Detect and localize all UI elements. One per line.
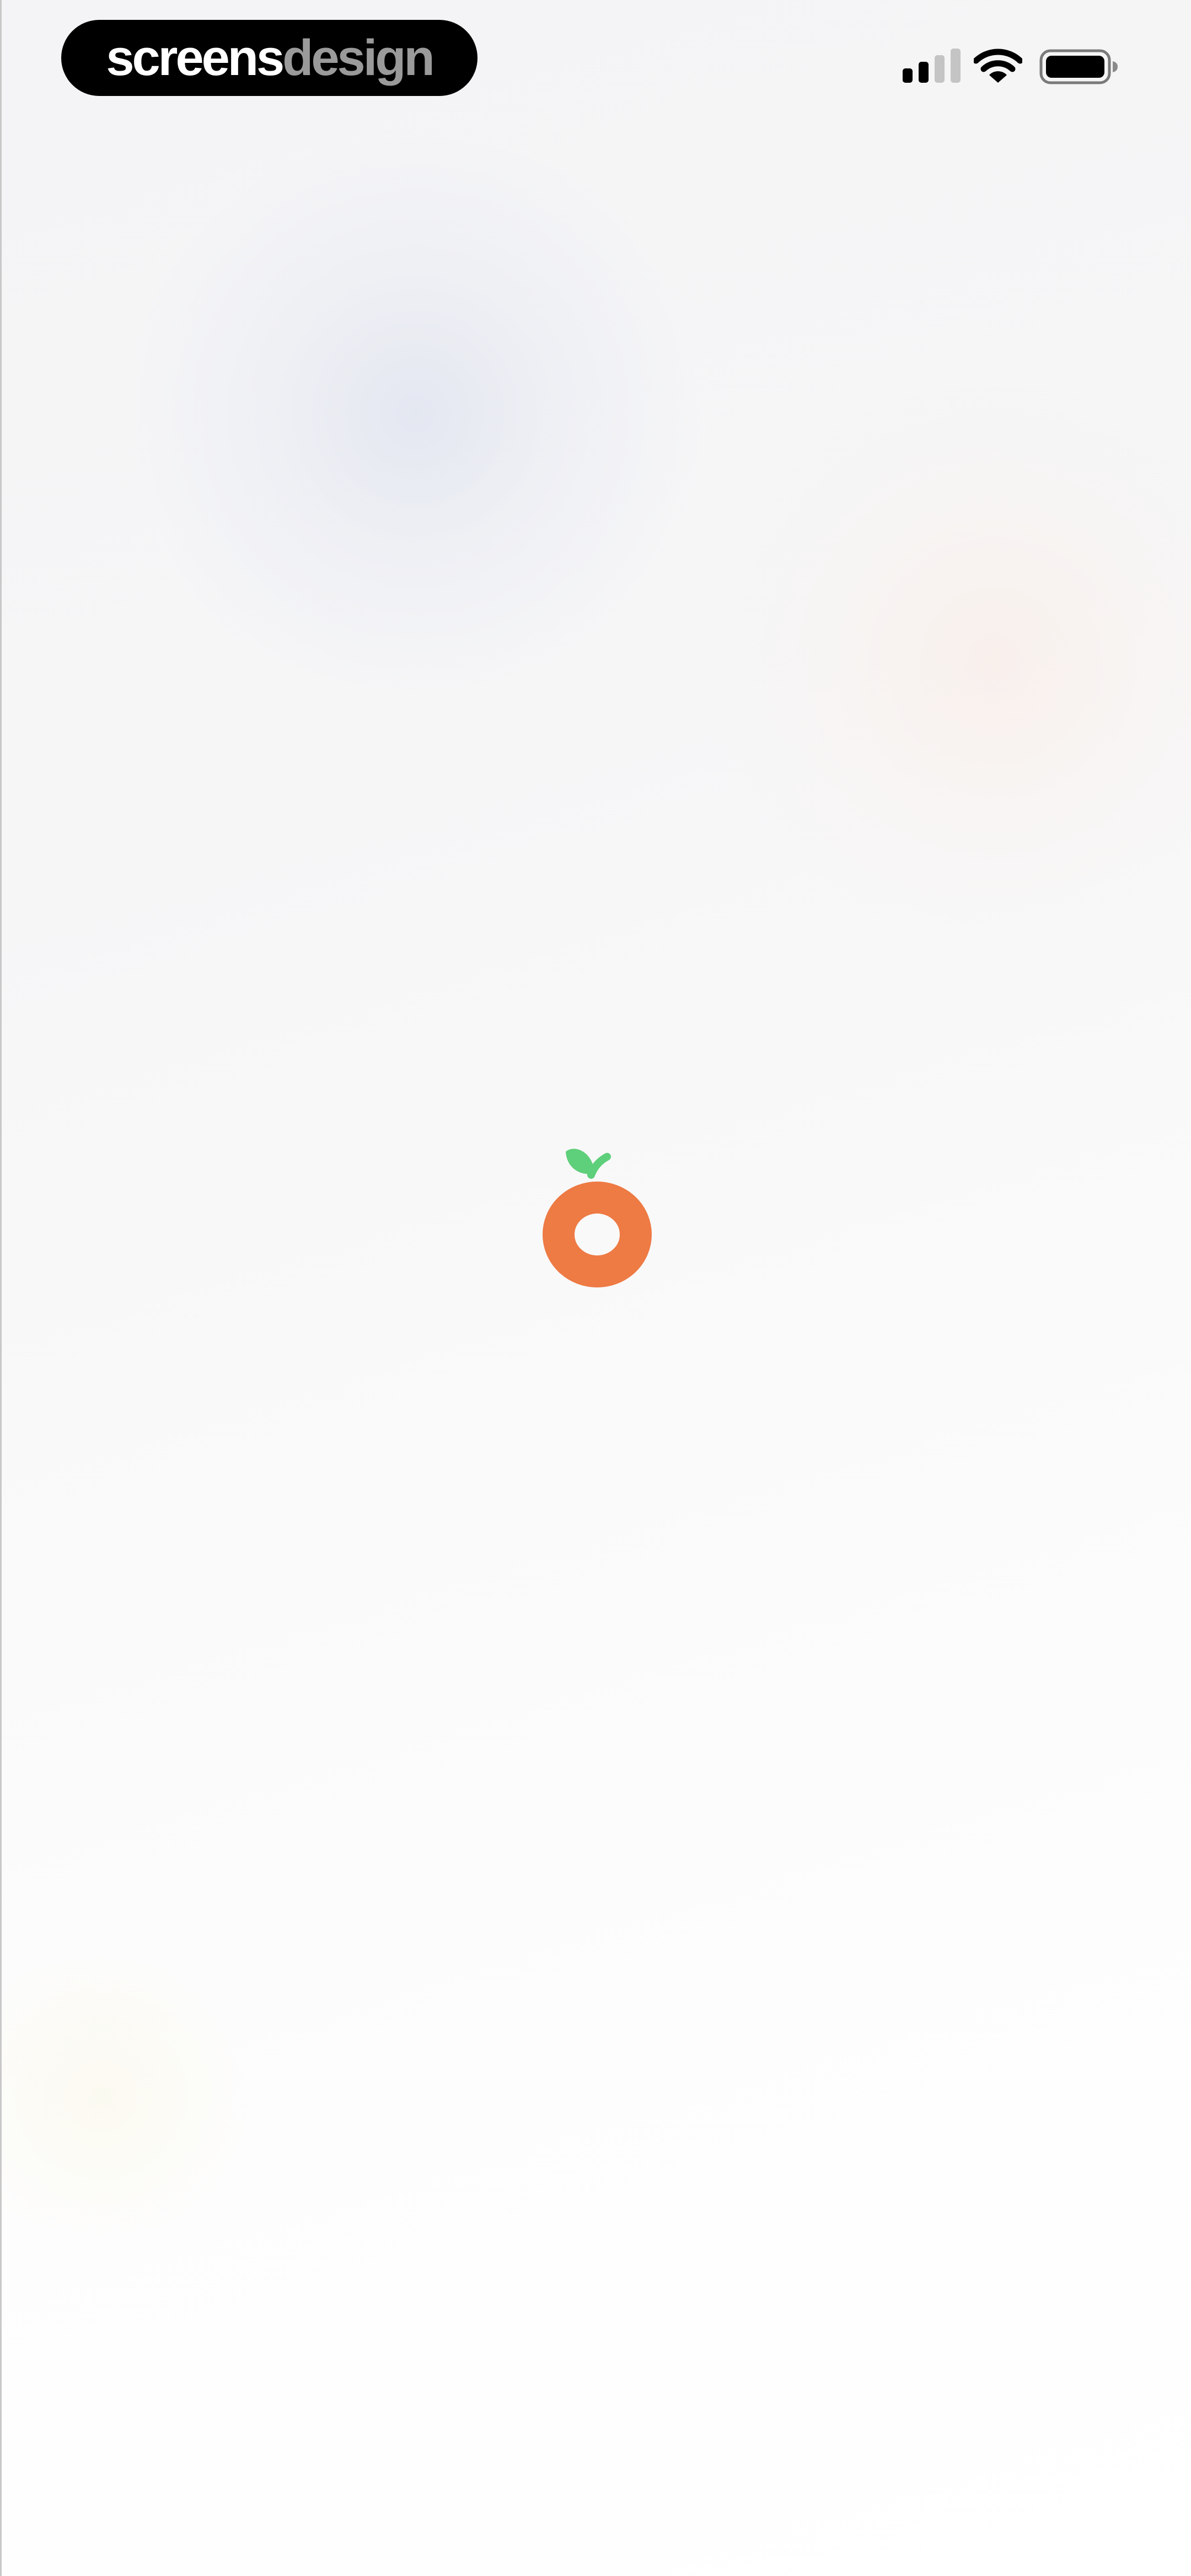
watermark-text-screens: screens [106,30,285,86]
cellular-signal-icon [903,49,961,83]
background-glow-yellow [2,1958,266,2234]
splash-screen: screens design [0,0,1191,2576]
battery-icon [1039,49,1118,84]
orange-fruit-logo-icon [543,1148,652,1287]
background-glow-blue [112,138,718,690]
background-glow-peach [691,386,1191,938]
watermark-text-design: design [282,30,434,86]
status-bar [900,44,1121,91]
screensdesign-watermark: screens design [61,20,478,96]
wifi-icon [974,49,1022,83]
